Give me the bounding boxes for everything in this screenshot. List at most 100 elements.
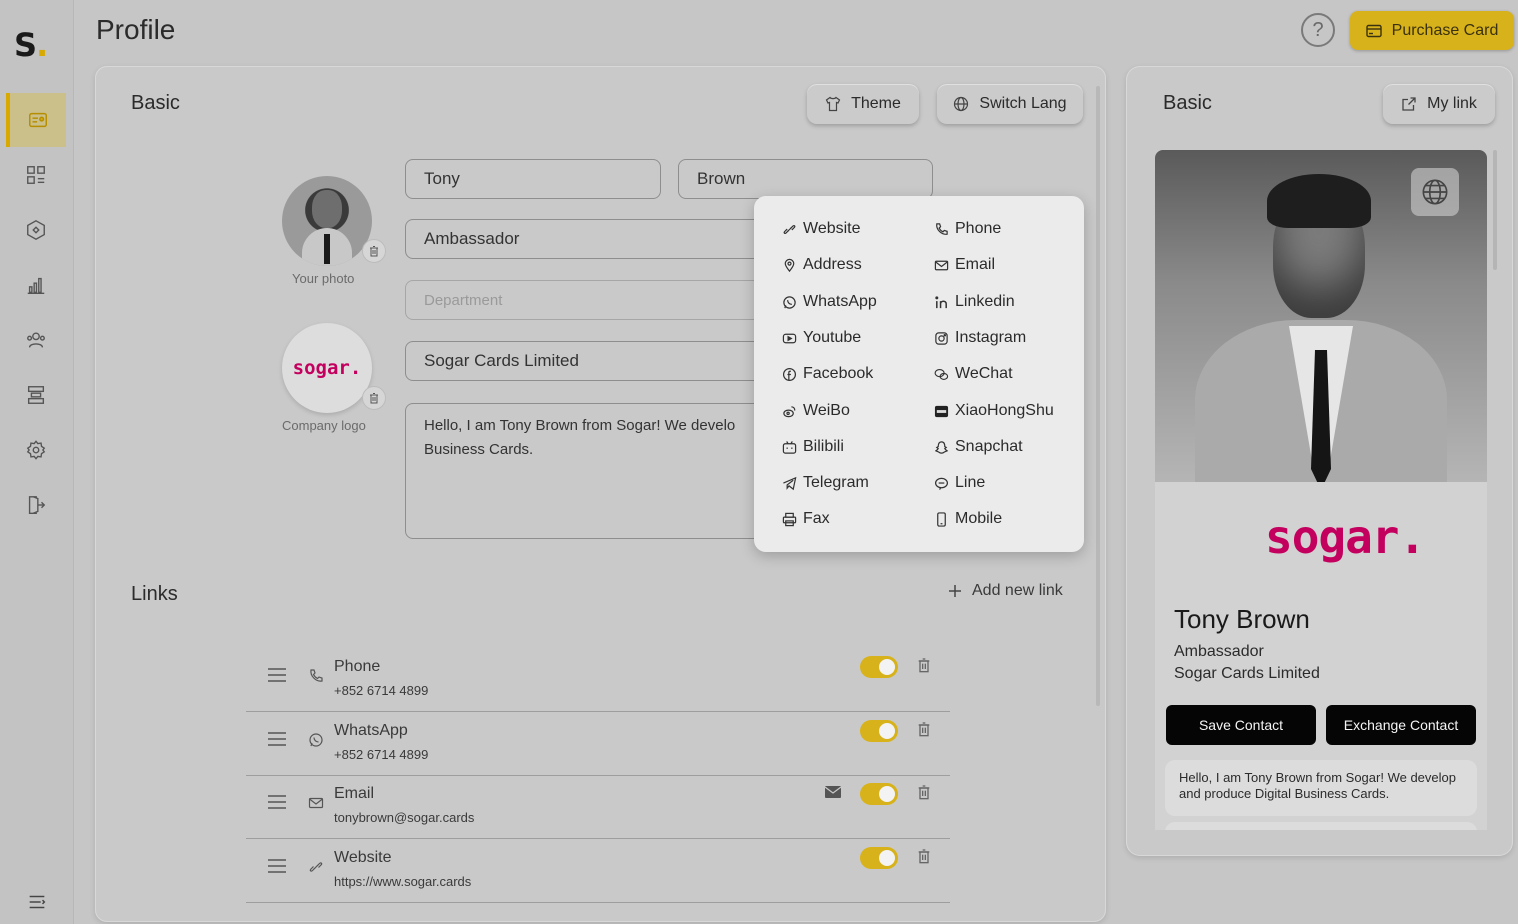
menu-item-label: Mobile: [955, 510, 1003, 527]
menu-item-email[interactable]: Email: [934, 253, 995, 277]
sidebar-item-settings[interactable]: [6, 423, 66, 477]
link-row-phone[interactable]: Phone +852 6714 4899: [246, 648, 950, 712]
menu-item-xiaohongshu[interactable]: XiaoHongShu: [934, 399, 1054, 423]
gear-icon: [26, 440, 46, 460]
menu-item-snapchat[interactable]: Snapchat: [934, 435, 1023, 459]
bar-chart-icon: [27, 277, 45, 294]
help-button[interactable]: ?: [1301, 13, 1335, 47]
users-icon: [27, 332, 45, 348]
sidebar-item-profile[interactable]: [6, 93, 66, 147]
trash-icon[interactable]: [916, 848, 932, 864]
menu-item-label: Email: [955, 256, 996, 273]
last-name-field[interactable]: Brown: [678, 159, 933, 199]
telegram-icon: [783, 476, 797, 490]
menu-item-website[interactable]: Website: [782, 217, 861, 241]
link-toggle[interactable]: [860, 783, 898, 805]
link-row-email[interactable]: Email tonybrown@sogar.cards: [246, 775, 950, 839]
menu-item-mobile[interactable]: Mobile: [934, 507, 1002, 531]
link-toggle[interactable]: [860, 847, 898, 869]
bio-line-1: Hello, I am Tony Brown from Sogar! We de…: [424, 417, 736, 434]
sidebar-item-templates[interactable]: [6, 368, 66, 422]
menu-item-address[interactable]: Address: [782, 253, 862, 277]
facebook-icon: [782, 367, 797, 381]
menu-item-label: XiaoHongShu: [955, 402, 1054, 419]
add-new-link-label: Add new link: [972, 582, 1063, 599]
theme-label: Theme: [851, 95, 901, 112]
youtube-icon: [782, 333, 797, 343]
menu-item-whatsapp[interactable]: WhatsApp: [782, 290, 877, 314]
menu-item-label: Telegram: [803, 474, 869, 491]
menu-item-linkedin[interactable]: Linkedin: [934, 290, 1015, 314]
menu-item-fax[interactable]: Fax: [782, 507, 830, 531]
remove-photo-button[interactable]: [362, 239, 386, 263]
layers-icon: [27, 386, 45, 404]
xiaohongshu-icon: [934, 405, 949, 417]
my-link-label: My link: [1427, 95, 1477, 112]
menu-item-weibo[interactable]: WeiBo: [782, 399, 850, 423]
links-section-title: Links: [131, 583, 178, 605]
mail-icon[interactable]: [824, 785, 842, 799]
add-new-link-button[interactable]: Add new link: [948, 582, 1063, 600]
menu-item-telegram[interactable]: Telegram: [782, 471, 869, 495]
menu-item-line[interactable]: Line: [934, 471, 985, 495]
save-contact-button[interactable]: Save Contact: [1166, 705, 1316, 745]
external-link-icon: [1402, 97, 1416, 111]
phone-icon: [310, 669, 323, 682]
link-row-whatsapp[interactable]: WhatsApp +852 6714 4899: [246, 712, 950, 776]
sidebar-item-dashboard[interactable]: [6, 148, 66, 202]
snapchat-icon: [934, 440, 949, 454]
trash-icon[interactable]: [916, 784, 932, 800]
menu-item-instagram[interactable]: Instagram: [934, 326, 1026, 350]
menu-item-wechat[interactable]: WeChat: [934, 362, 1013, 386]
help-icon: ?: [1312, 18, 1324, 41]
drag-handle-icon[interactable]: [268, 859, 286, 873]
link-title: WhatsApp: [334, 722, 408, 739]
link-icon: [309, 862, 323, 872]
drag-handle-icon[interactable]: [268, 668, 286, 682]
remove-logo-button[interactable]: [362, 386, 386, 410]
sidebar-item-cards[interactable]: [6, 203, 66, 257]
link-toggle[interactable]: [860, 656, 898, 678]
drag-handle-icon[interactable]: [268, 732, 286, 746]
my-link-button[interactable]: My link: [1383, 84, 1495, 124]
sidebar-item-analytics[interactable]: [6, 258, 66, 312]
switch-lang-button[interactable]: Switch Lang: [937, 84, 1083, 124]
menu-item-bilibili[interactable]: Bilibili: [782, 435, 844, 459]
menu-item-phone[interactable]: Phone: [934, 217, 1001, 241]
whatsapp-icon: [309, 733, 323, 747]
link-toggle[interactable]: [860, 720, 898, 742]
id-card-icon: [29, 112, 47, 128]
preview-scrollbar[interactable]: [1493, 150, 1497, 270]
avatar[interactable]: [282, 176, 372, 266]
instagram-icon: [935, 331, 948, 345]
basic-section-title: Basic: [131, 92, 180, 114]
app-logo[interactable]: S.: [14, 26, 48, 64]
theme-button[interactable]: Theme: [807, 84, 919, 124]
menu-item-label: Facebook: [803, 365, 874, 382]
card-role: Ambassador: [1174, 643, 1264, 660]
drag-handle-icon[interactable]: [268, 795, 286, 809]
whatsapp-icon: [783, 295, 796, 309]
wechat-icon: [934, 368, 949, 380]
trash-icon[interactable]: [916, 721, 932, 737]
sidebar-item-logout[interactable]: [6, 478, 66, 532]
link-row-website[interactable]: Website https://www.sogar.cards: [246, 839, 950, 903]
first-name-field[interactable]: Tony: [405, 159, 661, 199]
sidebar-item-contacts[interactable]: [6, 313, 66, 367]
sidebar: S.: [0, 0, 74, 924]
trash-icon[interactable]: [916, 657, 932, 673]
scrollbar[interactable]: [1096, 86, 1100, 706]
exchange-contact-button[interactable]: Exchange Contact: [1326, 705, 1476, 745]
menu-item-facebook[interactable]: Facebook: [782, 362, 873, 386]
language-button[interactable]: [1411, 168, 1459, 216]
page-title: Profile: [96, 14, 176, 45]
menu-item-youtube[interactable]: Youtube: [782, 326, 861, 350]
company-logo-upload[interactable]: sogar.: [282, 323, 372, 413]
menu-item-label: Linkedin: [955, 293, 1015, 310]
email-icon: [934, 260, 949, 270]
link-type-menu: Website Address WhatsApp Youtube Faceboo…: [754, 196, 1084, 552]
purchase-card-button[interactable]: Purchase Card: [1350, 11, 1514, 50]
switch-lang-label: Switch Lang: [979, 95, 1067, 112]
menu-collapse-icon[interactable]: [26, 892, 48, 912]
link-title: Website: [334, 849, 392, 866]
